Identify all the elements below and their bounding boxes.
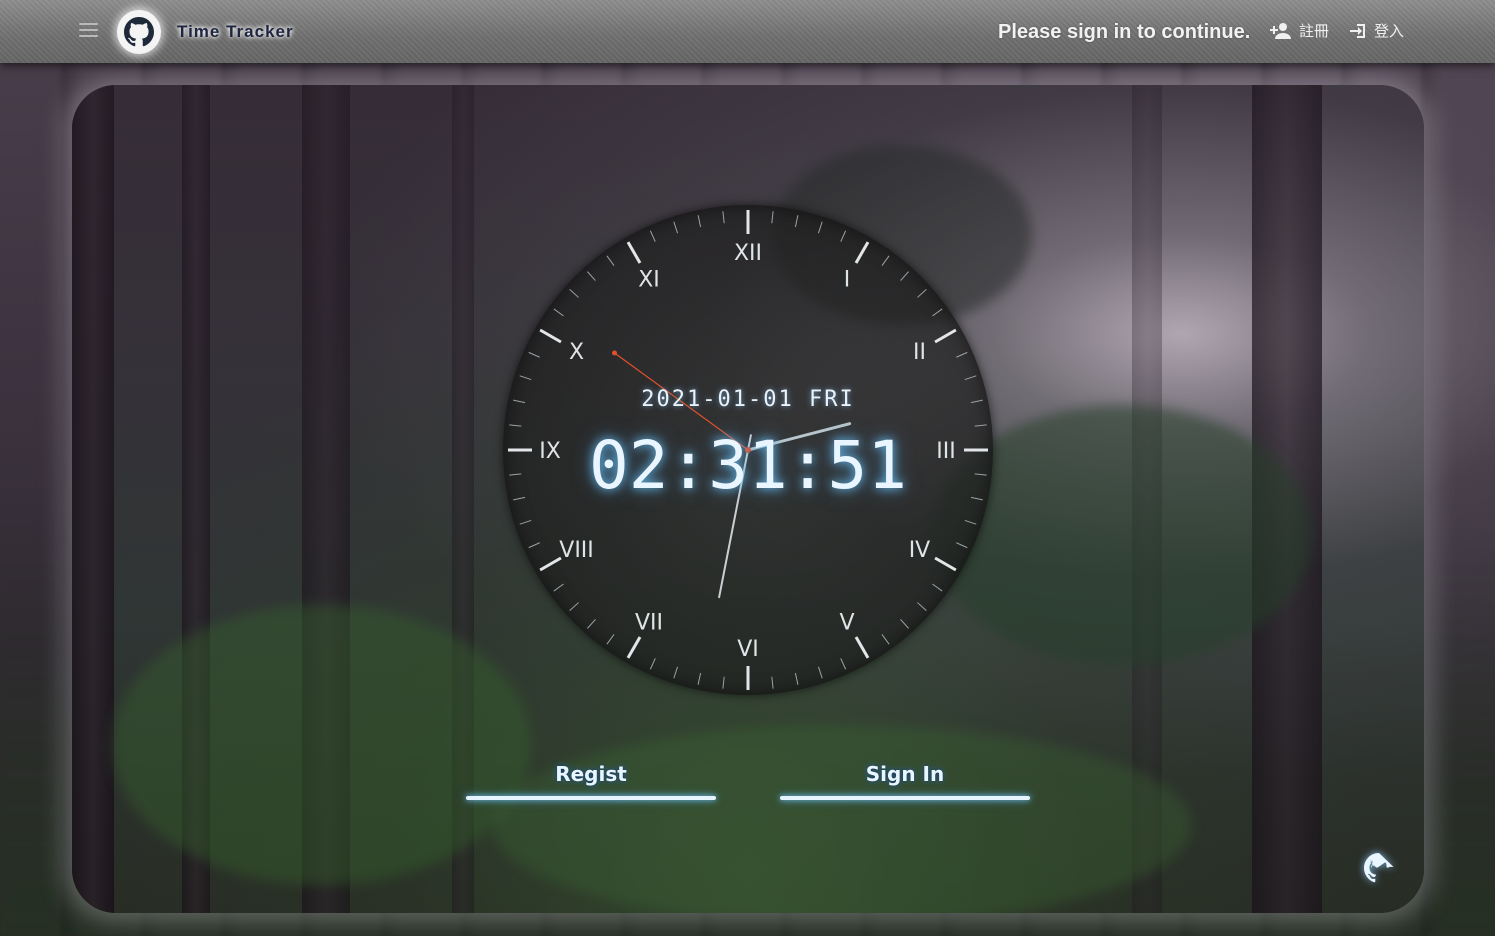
clock-minor-tick (794, 672, 799, 685)
clock-minor-tick (553, 583, 564, 592)
clock-minor-tick (840, 230, 847, 242)
clock-minor-tick (528, 542, 540, 549)
clock-minor-tick (528, 351, 540, 358)
github-icon (124, 17, 154, 47)
clock-minor-tick (932, 308, 943, 317)
signin-button-label: Sign In (865, 762, 945, 786)
clock-minor-tick (673, 666, 679, 679)
clock-numeral: X (569, 340, 584, 365)
signin-button[interactable]: Sign In (780, 762, 1030, 802)
regist-button-underline (466, 796, 716, 800)
clock-minor-tick (817, 666, 823, 679)
clock-numeral: IV (909, 538, 931, 563)
clock-minor-tick (956, 542, 968, 549)
clock-minor-tick (553, 308, 564, 317)
clock-minor-tick (722, 211, 725, 224)
register-link[interactable]: 註冊 (1269, 20, 1329, 41)
clock-minor-tick (771, 676, 774, 689)
clock-minor-tick (881, 634, 890, 645)
clock-minor-tick (606, 634, 615, 645)
clock-minor-tick (900, 619, 909, 629)
clock-minor-tick (519, 519, 532, 525)
clock-minor-tick (587, 271, 596, 281)
clock-date: 2021-01-01 FRI (641, 387, 855, 412)
clock-minor-tick (509, 424, 522, 427)
clock-minor-tick (697, 215, 702, 228)
login-label: 登入 (1374, 23, 1405, 40)
signin-button-underline (780, 796, 1030, 800)
clock-numeral: VIII (559, 538, 594, 563)
clock-numeral: XI (638, 268, 660, 293)
clock-major-tick (854, 241, 870, 264)
clock-minor-tick (722, 676, 725, 689)
app-title[interactable]: Time Tracker (177, 22, 294, 42)
clock-major-tick (854, 636, 870, 659)
clock-minor-tick (932, 583, 943, 592)
clock-minor-tick (771, 211, 774, 224)
clock-minor-tick (881, 255, 890, 266)
clock-major-tick (934, 556, 957, 572)
login-link[interactable]: 登入 (1348, 20, 1404, 41)
clock-minor-tick (697, 672, 702, 685)
clock-minor-tick (673, 221, 679, 234)
clock-time: 02:31:51 (589, 427, 907, 504)
clock-numeral: II (913, 340, 926, 365)
clock-major-tick (626, 636, 642, 659)
second-hand-tip (612, 350, 618, 356)
person-add-icon (1270, 22, 1291, 39)
clock-minor-tick (519, 375, 532, 381)
clock-minor-tick (649, 230, 656, 242)
clock-minor-tick (964, 375, 977, 381)
top-navbar: Time Tracker Please sign in to continue.… (0, 0, 1495, 63)
clock-minor-tick (974, 424, 987, 427)
clock-numeral: VII (635, 610, 663, 635)
clock-minor-tick (956, 351, 968, 358)
analog-clock: XII I II III IV V VI VII VIII IX X XI 2021-01-01 FR… (503, 205, 993, 695)
clock-minor-tick (606, 255, 615, 266)
clock-minor-tick (569, 602, 579, 611)
clock-numeral: V (839, 610, 854, 635)
regist-button[interactable]: Regist (466, 762, 716, 802)
clock-minor-tick (794, 215, 799, 228)
login-icon (1350, 23, 1365, 38)
clock-minor-tick (817, 221, 823, 234)
clock-minor-tick (964, 519, 977, 525)
clock-minor-tick (917, 289, 927, 298)
clock-minor-tick (917, 602, 927, 611)
clock-minor-tick (587, 619, 596, 629)
regist-button-label: Regist (555, 762, 627, 786)
clock-major-tick (539, 328, 562, 344)
hamburger-menu-icon[interactable] (79, 23, 98, 39)
app-logo[interactable] (117, 10, 161, 54)
clock-minor-tick (649, 658, 656, 670)
clock-major-tick (626, 241, 642, 264)
clock-minor-tick (569, 289, 579, 298)
github-link[interactable] (1364, 853, 1394, 883)
clock-numeral: VI (737, 637, 759, 662)
github-icon (1364, 853, 1394, 883)
register-label: 註冊 (1299, 23, 1330, 40)
clock-major-tick (539, 556, 562, 572)
clock-numeral: XII (734, 241, 762, 266)
clock-numeral: I (844, 268, 851, 293)
clock-minor-tick (840, 658, 847, 670)
clock-minor-tick (900, 271, 909, 281)
signin-message: Please sign in to continue. (998, 21, 1251, 43)
clock-major-tick (934, 328, 957, 344)
